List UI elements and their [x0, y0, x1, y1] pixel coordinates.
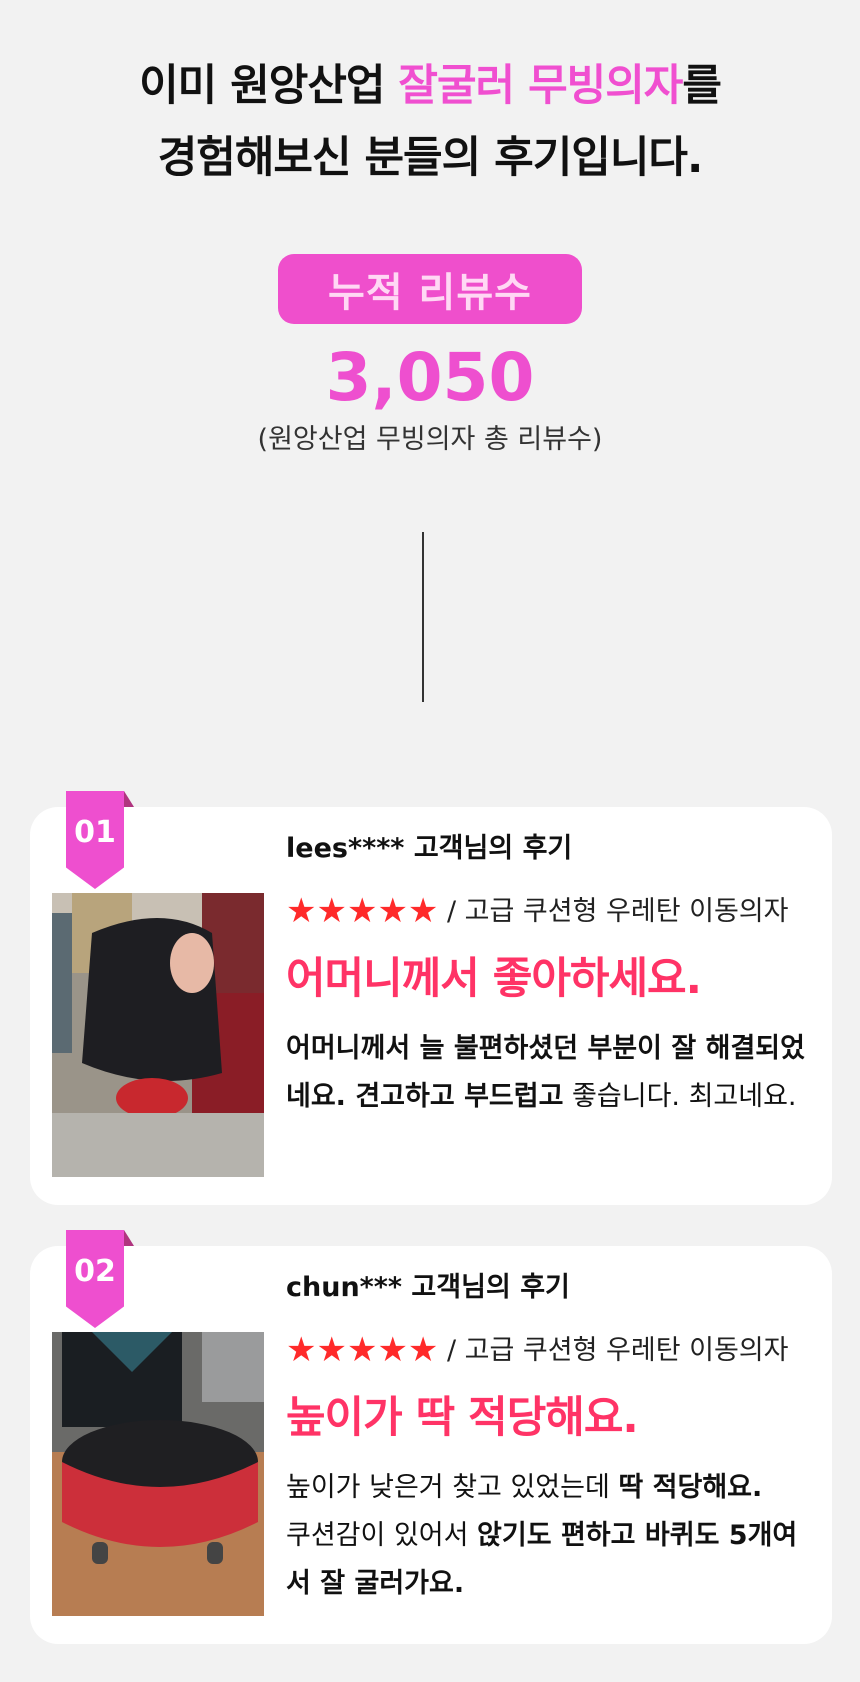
- review-card: 02 chun*** 고객님의 후기 ★★★★★ / 고급 쿠션형 우레탄 이동…: [30, 1230, 832, 1644]
- review-card: 01 lees**** 고객님의 후기 ★★★★★ / 고급 쿠션형 우레탄 이…: [30, 791, 832, 1205]
- headline-prefix: 이미 원앙산업: [139, 61, 399, 111]
- review-count: 3,050: [325, 339, 535, 416]
- review-title: 어머니께서 좋아하세요.: [286, 954, 702, 1004]
- headline-line2: 경험해보신 분들의 후기입니다.: [157, 133, 704, 183]
- tag-fold: [124, 1230, 134, 1246]
- vertical-divider: [422, 532, 424, 702]
- rating-row: ★★★★★ / 고급 쿠션형 우레탄 이동의자: [286, 1330, 789, 1371]
- review-photo[interactable]: [52, 1332, 264, 1616]
- star-rating: ★★★★★: [286, 891, 439, 931]
- headline-line1: 이미 원앙산업 잘굴러 무빙의자를: [0, 50, 860, 122]
- review-count-caption: (원앙산업 무빙의자 총 리뷰수): [257, 424, 603, 455]
- product-name: / 고급 쿠션형 우레탄 이동의자: [438, 1335, 789, 1366]
- headline: 이미 원앙산업 잘굴러 무빙의자를 경험해보신 분들의 후기입니다.: [0, 50, 860, 194]
- review-body-regular: 높이가 낮은거 찾고 있었는데: [286, 1472, 619, 1503]
- reviewer-name: lees**** 고객님의 후기: [286, 833, 573, 864]
- tag-fold: [124, 791, 134, 807]
- review-count-badge: 누적 리뷰수: [278, 254, 582, 324]
- review-body: 높이가 낮은거 찾고 있었는데 딱 적당해요. 쿠션감이 있어서 앉기도 편하고…: [286, 1464, 806, 1608]
- star-rating: ★★★★★: [286, 1330, 439, 1370]
- review-body: 어머니께서 늘 불편하셨던 부분이 잘 해결되었네요. 견고하고 부드럽고 좋습…: [286, 1025, 806, 1121]
- review-body-bold: 딱 적당해요.: [618, 1472, 763, 1503]
- headline-highlight: 잘굴러 무빙의자: [398, 61, 683, 111]
- review-body-regular: 좋습니다. 최고네요.: [563, 1081, 797, 1112]
- headline-suffix: 를: [682, 61, 722, 111]
- reviewer-name: chun*** 고객님의 후기: [286, 1272, 570, 1303]
- review-photo[interactable]: [52, 893, 264, 1177]
- product-name: / 고급 쿠션형 우레탄 이동의자: [438, 896, 789, 927]
- review-number-tag: 02: [66, 1230, 124, 1328]
- review-body-regular: 쿠션감이 있어서: [286, 1520, 478, 1551]
- review-number-tag: 01: [66, 791, 124, 889]
- review-title: 높이가 딱 적당해요.: [286, 1393, 639, 1443]
- rating-row: ★★★★★ / 고급 쿠션형 우레탄 이동의자: [286, 891, 789, 932]
